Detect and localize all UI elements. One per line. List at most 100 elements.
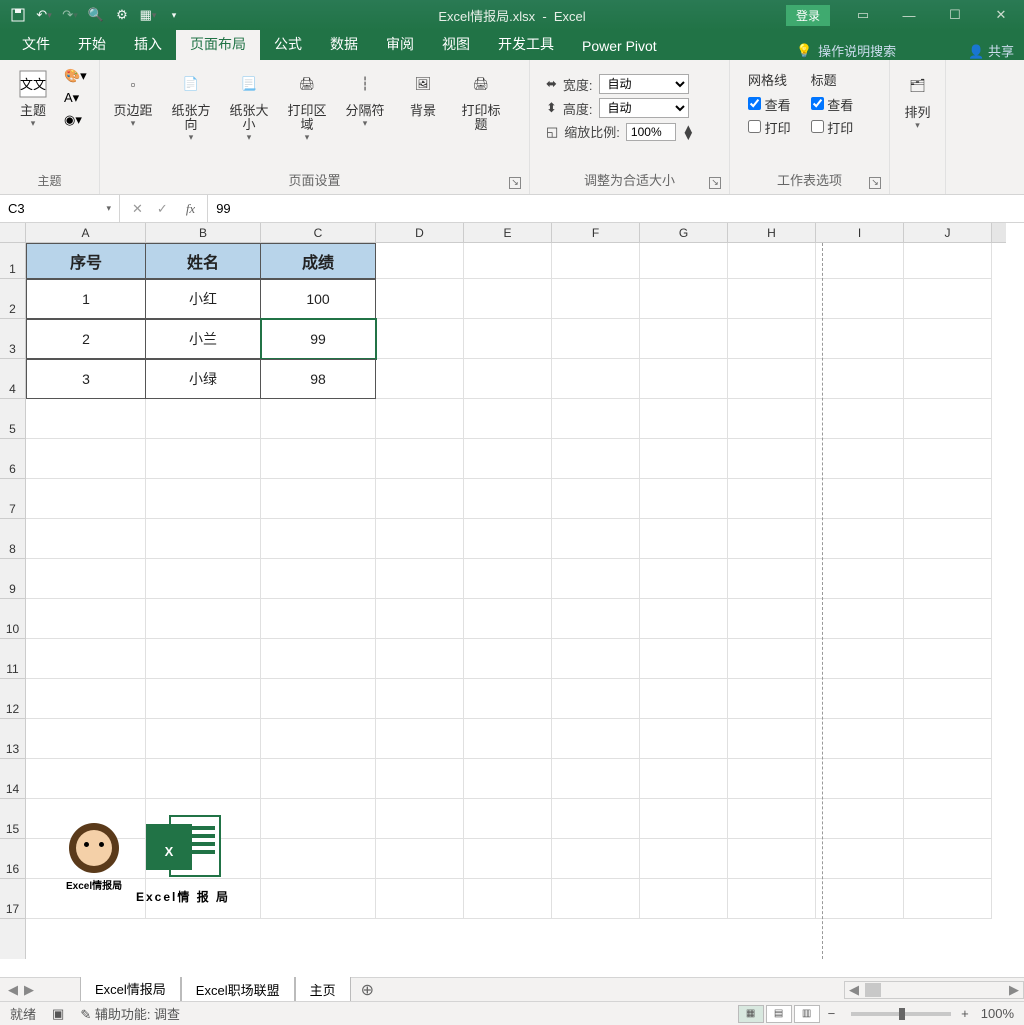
- tab-page-layout[interactable]: 页面布局: [176, 28, 260, 60]
- width-select[interactable]: 自动: [599, 74, 689, 94]
- accessibility-status[interactable]: ✎ 辅助功能: 调查: [80, 1004, 180, 1023]
- row-header-12[interactable]: 12: [0, 679, 25, 719]
- redo-icon[interactable]: ↷▾: [62, 7, 78, 23]
- row-header-16[interactable]: 16: [0, 839, 25, 879]
- tab-scroll-first-icon[interactable]: ◀: [8, 982, 18, 998]
- cell-A3[interactable]: 2: [26, 319, 146, 359]
- tab-view[interactable]: 视图: [428, 28, 484, 60]
- sheet-opts-launcher[interactable]: ↘: [869, 177, 881, 189]
- headings-view-checkbox[interactable]: [811, 97, 824, 110]
- height-select[interactable]: 自动: [599, 98, 689, 118]
- breaks-button[interactable]: ┆分隔符▾: [338, 64, 392, 133]
- row-header-17[interactable]: 17: [0, 879, 25, 919]
- formula-bar[interactable]: 99: [207, 195, 1024, 222]
- tab-data[interactable]: 数据: [316, 28, 372, 60]
- column-header-H[interactable]: H: [728, 223, 816, 242]
- sheet-tab-3[interactable]: 主页: [295, 977, 351, 1002]
- record-macro-icon[interactable]: ▣: [52, 1006, 64, 1022]
- login-button[interactable]: 登录: [786, 5, 830, 26]
- margins-button[interactable]: ▫页边距▾: [106, 64, 160, 133]
- enter-formula-icon[interactable]: ✓: [157, 201, 168, 217]
- cell-B3[interactable]: 小兰: [146, 319, 261, 359]
- print-area-button[interactable]: 🖨打印区域▾: [280, 64, 334, 147]
- group-icon[interactable]: ▦▾: [140, 7, 156, 23]
- row-header-10[interactable]: 10: [0, 599, 25, 639]
- spreadsheet-grid[interactable]: ABCDEFGHIJ 1234567891011121314151617 序号姓…: [0, 223, 1024, 977]
- size-button[interactable]: 📃纸张大小▾: [222, 64, 276, 147]
- themes-button[interactable]: 文文 主题▾: [6, 64, 60, 133]
- row-header-6[interactable]: 6: [0, 439, 25, 479]
- tab-insert[interactable]: 插入: [120, 28, 176, 60]
- column-header-I[interactable]: I: [816, 223, 904, 242]
- cell-B1[interactable]: 姓名: [146, 243, 261, 279]
- cancel-formula-icon[interactable]: ✕: [132, 201, 143, 217]
- qat-customize-icon[interactable]: ▾: [166, 7, 182, 23]
- row-header-11[interactable]: 11: [0, 639, 25, 679]
- page-setup-launcher[interactable]: ↘: [509, 177, 521, 189]
- row-header-5[interactable]: 5: [0, 399, 25, 439]
- cell-B2[interactable]: 小红: [146, 279, 261, 319]
- column-header-J[interactable]: J: [904, 223, 992, 242]
- row-header-1[interactable]: 1: [0, 243, 25, 279]
- normal-view-button[interactable]: ▦: [738, 1005, 764, 1023]
- gridlines-view-checkbox[interactable]: [748, 97, 761, 110]
- tab-scroll-last-icon[interactable]: ▶: [24, 982, 34, 998]
- column-header-F[interactable]: F: [552, 223, 640, 242]
- column-header-C[interactable]: C: [261, 223, 376, 242]
- share-button[interactable]: 👤 共享: [968, 41, 1014, 60]
- print-preview-icon[interactable]: 🔍: [88, 7, 104, 23]
- row-header-9[interactable]: 9: [0, 559, 25, 599]
- colors-icon[interactable]: 🎨▾: [64, 68, 87, 84]
- page-break-view-button[interactable]: ▥: [794, 1005, 820, 1023]
- column-header-G[interactable]: G: [640, 223, 728, 242]
- tab-home[interactable]: 开始: [64, 28, 120, 60]
- row-header-13[interactable]: 13: [0, 719, 25, 759]
- print-titles-button[interactable]: 🖨打印标题: [454, 64, 508, 136]
- close-icon[interactable]: ✕: [978, 0, 1024, 30]
- tab-file[interactable]: 文件: [8, 28, 64, 60]
- zoom-slider[interactable]: [851, 1012, 951, 1016]
- row-header-14[interactable]: 14: [0, 759, 25, 799]
- effects-icon[interactable]: ◉▾: [64, 112, 87, 128]
- cell-C4[interactable]: 98: [261, 359, 376, 399]
- row-header-3[interactable]: 3: [0, 319, 25, 359]
- undo-icon[interactable]: ↶▾: [36, 7, 52, 23]
- cell-A2[interactable]: 1: [26, 279, 146, 319]
- new-sheet-button[interactable]: ⊕: [351, 980, 384, 1000]
- maximize-icon[interactable]: ☐: [932, 0, 978, 30]
- cell-C2[interactable]: 100: [261, 279, 376, 319]
- tab-review[interactable]: 审阅: [372, 28, 428, 60]
- sheet-tab-1[interactable]: Excel情报局: [80, 976, 181, 1003]
- row-header-15[interactable]: 15: [0, 799, 25, 839]
- arrange-button[interactable]: 🗂排列▾: [891, 66, 945, 135]
- scale-input[interactable]: [626, 123, 676, 141]
- cell-B4[interactable]: 小绿: [146, 359, 261, 399]
- scale-launcher[interactable]: ↘: [709, 177, 721, 189]
- tab-developer[interactable]: 开发工具: [484, 28, 568, 60]
- row-header-2[interactable]: 2: [0, 279, 25, 319]
- column-header-A[interactable]: A: [26, 223, 146, 242]
- row-header-4[interactable]: 4: [0, 359, 25, 399]
- name-box[interactable]: C3▾: [0, 195, 120, 222]
- column-header-D[interactable]: D: [376, 223, 464, 242]
- cell-A1[interactable]: 序号: [26, 243, 146, 279]
- page-layout-view-button[interactable]: ▤: [766, 1005, 792, 1023]
- ribbon-display-icon[interactable]: ▭: [840, 0, 886, 30]
- tell-me-icon[interactable]: 💡: [796, 43, 812, 59]
- column-header-E[interactable]: E: [464, 223, 552, 242]
- tab-power-pivot[interactable]: Power Pivot: [568, 32, 671, 60]
- sheet-tab-2[interactable]: Excel职场联盟: [181, 977, 295, 1002]
- tell-me-search[interactable]: 操作说明搜索: [818, 41, 896, 60]
- select-all-button[interactable]: [0, 223, 26, 243]
- cell-A4[interactable]: 3: [26, 359, 146, 399]
- fonts-icon[interactable]: A▾: [64, 90, 87, 106]
- cell-C1[interactable]: 成绩: [261, 243, 376, 279]
- horizontal-scrollbar[interactable]: ◀▶: [844, 981, 1024, 999]
- gridlines-print-checkbox[interactable]: [748, 120, 761, 133]
- row-header-7[interactable]: 7: [0, 479, 25, 519]
- headings-print-checkbox[interactable]: [811, 120, 824, 133]
- cell-C3[interactable]: 99: [261, 319, 376, 359]
- tab-formulas[interactable]: 公式: [260, 28, 316, 60]
- background-button[interactable]: 🖼背景: [396, 64, 450, 122]
- save-icon[interactable]: [10, 7, 26, 23]
